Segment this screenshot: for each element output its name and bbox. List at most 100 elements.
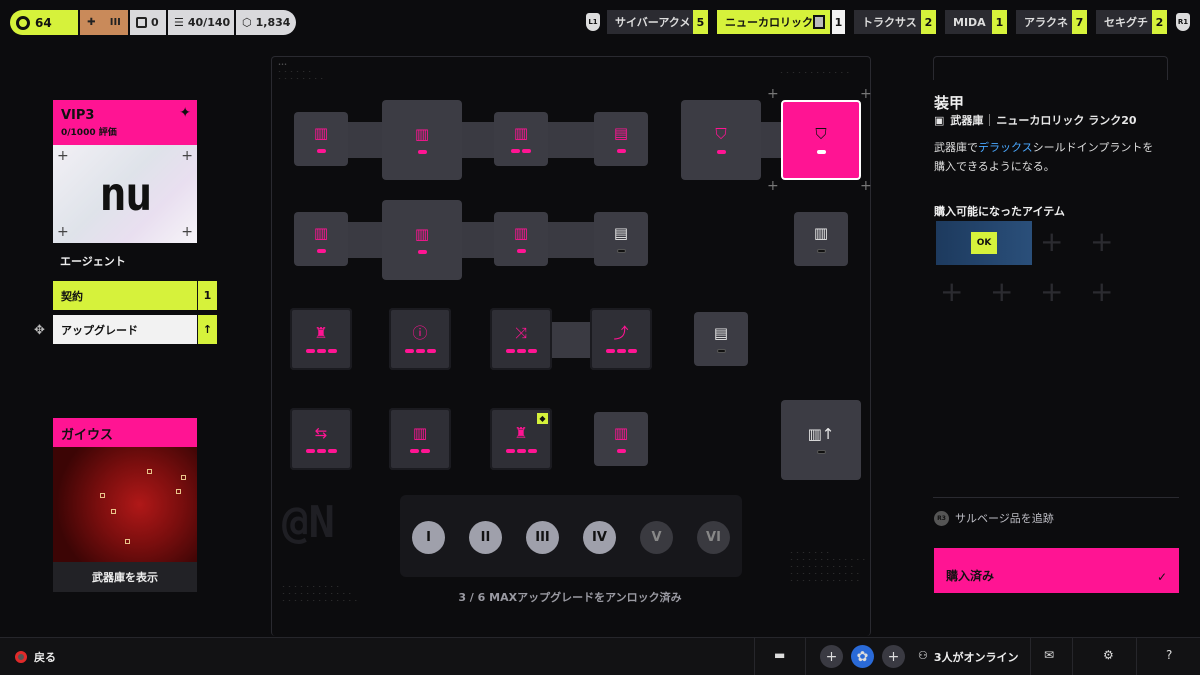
party-avatar-icon[interactable]: ✿: [851, 645, 874, 668]
dpad-icon: ✥: [34, 323, 45, 338]
battery-icon: ▥: [313, 124, 329, 142]
track-salvage-button[interactable]: R3 サルベージ品を追跡: [934, 510, 1054, 526]
separator: [989, 114, 991, 126]
settings-gear-icon[interactable]: ⚙: [1103, 648, 1114, 662]
empty-slot-icon: +: [1040, 225, 1064, 258]
chat-icon[interactable]: ▬: [774, 648, 785, 662]
upgrade-node[interactable]: ▥: [794, 212, 848, 266]
robot-icon: ♜: [314, 324, 328, 342]
bottom-bar: [0, 637, 1200, 675]
tier-button-3[interactable]: III: [526, 521, 559, 554]
arrow-up-icon: ↑: [197, 315, 217, 344]
tab-corp-5[interactable]: アラクネ 7: [1016, 10, 1087, 34]
online-status[interactable]: ⚇ 3人がオンライン: [918, 649, 1019, 665]
upgrade-node[interactable]: ▥: [494, 212, 548, 266]
upgrade-node[interactable]: ♜: [290, 308, 352, 370]
battery-icon: ▥: [412, 424, 428, 442]
add-right-button[interactable]: +: [882, 645, 905, 668]
corner-plus-icon: +: [57, 224, 69, 240]
app-root: 64 ✚ III 0 ☰ 40/140 ⬡ 1,834 L1 サイバーアクメ 5…: [0, 0, 1200, 675]
upgrade-node[interactable]: ⛉: [681, 100, 761, 180]
upgrade-node[interactable]: ⤨: [490, 308, 552, 370]
tab-count: 5: [693, 10, 708, 34]
upgrade-node-selected[interactable]: ⛉: [781, 100, 861, 180]
divider: [754, 637, 755, 675]
document-icon: ▤: [613, 124, 629, 142]
tab-corp-3[interactable]: トラクサス 2: [854, 10, 936, 34]
battery-icon: ▥: [414, 225, 430, 243]
contract-row[interactable]: 契約 1: [53, 281, 217, 310]
gaius-card[interactable]: ガイウス 武器庫を表示: [53, 418, 197, 592]
upgrade-node[interactable]: ⤴: [590, 308, 652, 370]
empty-slot-icon: +: [940, 275, 964, 308]
upgrade-node[interactable]: ▤: [694, 312, 748, 366]
upgrade-node[interactable]: ▥: [382, 100, 462, 180]
upgrade-node[interactable]: ⓘ: [389, 308, 451, 370]
upgrade-node[interactable]: ⇆: [290, 408, 352, 470]
tab-corp-2[interactable]: ニューカロリック 1: [717, 10, 845, 34]
add-left-button[interactable]: +: [820, 645, 843, 668]
mail-icon[interactable]: ✉: [1044, 648, 1054, 662]
contract-count: 1: [197, 281, 217, 310]
available-item-tile[interactable]: OK: [936, 221, 1032, 265]
vip-title: VIP3: [61, 108, 95, 123]
r3-button-icon: R3: [934, 510, 949, 526]
tab-corp-4[interactable]: MIDA 1: [945, 10, 1007, 34]
alert-icon: ⓘ: [412, 324, 428, 342]
group-icon: ⚇: [918, 649, 928, 662]
shield-icon: ⛉: [815, 125, 827, 143]
upgrade-node[interactable]: ▥: [594, 412, 648, 466]
view-armory-button[interactable]: 武器庫を表示: [53, 562, 197, 592]
implant-item-icon: OK: [971, 232, 997, 254]
unlock-status: 3 / 6 MAXアップグレードをアンロック済み: [458, 591, 682, 604]
upgrade-node[interactable]: ▥: [294, 112, 348, 166]
empty-slot-icon: +: [1090, 225, 1114, 258]
help-icon[interactable]: ?: [1166, 648, 1172, 662]
corp-logo: nu + + + +: [53, 145, 197, 243]
empty-slot-icon: +: [990, 275, 1014, 308]
tier-button-5[interactable]: V: [640, 521, 673, 554]
upgrade-node[interactable]: ▤: [594, 112, 648, 166]
rank-cross-icon: ✚: [87, 17, 96, 28]
upgrade-node[interactable]: ▥↑: [781, 400, 861, 480]
document-icon: ▤: [613, 224, 629, 242]
detail-requirement: ニューカロリック ランク20: [996, 114, 1137, 127]
deco-text: - - - - - - -- - - - - - - - - - - - -- …: [790, 550, 866, 584]
split-arrow-icon: ⤨: [514, 324, 527, 342]
upgrade-node[interactable]: ▥: [382, 200, 462, 280]
upgrade-node[interactable]: ▥: [494, 112, 548, 166]
tab-corp-1[interactable]: サイバーアクメ 5: [607, 10, 708, 34]
r1-bumper-icon[interactable]: R1: [1176, 13, 1190, 31]
back-button[interactable]: 戻る: [15, 649, 56, 665]
l1-bumper-icon[interactable]: L1: [586, 13, 600, 31]
detail-source: 武器庫: [950, 114, 984, 127]
tier-button-4[interactable]: IV: [583, 521, 616, 554]
upgrade-row[interactable]: アップグレード ↑: [53, 315, 217, 344]
card-icon: [813, 15, 825, 29]
battery-icon: ▥: [513, 124, 529, 142]
tier-button-2[interactable]: II: [469, 521, 502, 554]
pixel-mark: [100, 493, 105, 498]
robot-icon: ♜: [514, 424, 528, 442]
upgrade-node[interactable]: ▤: [594, 212, 648, 266]
tab-corp-6[interactable]: セキグチ 2: [1096, 10, 1167, 34]
detail-meta: ▣ 武器庫 ニューカロリック ランク20: [934, 112, 1137, 128]
tier-button-6[interactable]: VI: [697, 521, 730, 554]
empty-slot-icon: +: [1040, 275, 1064, 308]
battery-icon: ▥: [813, 224, 829, 242]
corner-plus-icon: +: [767, 178, 779, 194]
stat-c: ⬡ 1,834: [236, 10, 296, 35]
pixel-mark: [111, 509, 116, 514]
tier-button-1[interactable]: I: [412, 521, 445, 554]
pixel-mark: [147, 469, 152, 474]
upgrade-node[interactable]: ▥: [389, 408, 451, 470]
purchased-label: 購入済み: [946, 569, 995, 583]
corner-plus-icon: +: [860, 86, 872, 102]
contract-label: 契約: [61, 289, 83, 303]
upgrade-node[interactable]: ▥: [294, 212, 348, 266]
empty-slot-icon: +: [1090, 275, 1114, 308]
online-text: 3人がオンライン: [933, 651, 1019, 664]
tab-label: トラクサス: [862, 16, 917, 29]
vip-card[interactable]: VIP3 0/1000 評価 ✦ nu + + + +: [53, 100, 197, 245]
purchased-button[interactable]: 購入済み ✓: [934, 548, 1179, 593]
